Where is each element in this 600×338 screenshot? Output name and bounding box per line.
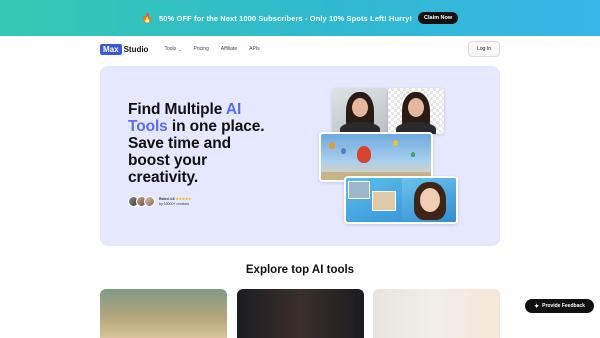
logo[interactable]: Max Studio <box>100 43 149 55</box>
hero-line1-accent: AI <box>225 101 242 118</box>
navbar: Max Studio Tools ⌄ Pricing Affiliate API… <box>100 40 500 58</box>
hero-line2-accent: Tools <box>128 118 168 135</box>
avatar <box>144 196 155 207</box>
hero-line1-prefix: Find Multiple <box>128 101 226 118</box>
nav-item-pricing[interactable]: Pricing <box>194 46 209 52</box>
rating-subtext: by 10000+ creators <box>159 201 190 206</box>
hero-heading: Find Multiple AI Tools in one place. Sav… <box>128 101 308 186</box>
explore-tools-title: Explore top AI tools <box>245 264 355 276</box>
provide-feedback-button[interactable]: ✦ Provide Feedback <box>525 299 594 313</box>
promo-banner: 🔥 50% OFF for the Next 1000 Subscribers … <box>0 0 600 36</box>
hot-air-balloons-image <box>319 132 433 182</box>
chevron-down-icon: ⌄ <box>178 46 182 52</box>
hero-line5: creativity. <box>128 169 199 186</box>
portrait-original-image <box>332 88 388 134</box>
hero-line3: Save time and <box>128 135 231 152</box>
logo-text: Studio <box>123 44 149 54</box>
provide-feedback-label: Provide Feedback <box>542 303 585 309</box>
claim-now-button[interactable]: Claim Now <box>418 12 459 24</box>
star-rating-icon: ★★★★★ <box>175 196 192 201</box>
kids-portrait-image <box>344 176 458 224</box>
hero-line2-rest: in one place. <box>167 118 265 135</box>
nav-item-affiliate[interactable]: Affiliate <box>221 46 237 52</box>
tool-card-dogs[interactable] <box>100 289 227 338</box>
sparkle-icon: ✦ <box>534 303 540 310</box>
promo-text: 50% OFF for the Next 1000 Subscribers - … <box>159 13 413 23</box>
fire-icon: 🔥 <box>141 12 154 23</box>
rating-block: Rated 4.8 ★★★★★ by 10000+ creators <box>128 196 191 207</box>
rating-label: Rated 4.8 <box>159 196 175 201</box>
hero-section: Find Multiple AI Tools in one place. Sav… <box>100 66 500 246</box>
nav-item-tools-label: Tools <box>164 46 177 52</box>
nav-item-apis[interactable]: APIs <box>249 46 260 52</box>
creator-avatars <box>128 196 155 207</box>
rating-text: Rated 4.8 ★★★★★ by 10000+ creators <box>159 197 191 207</box>
logo-mark: Max <box>100 43 122 55</box>
portrait-bg-removed-image <box>388 88 444 134</box>
hero-line4: boost your <box>128 152 208 169</box>
nav-menu: Tools ⌄ Pricing Affiliate APIs <box>164 46 259 52</box>
login-button[interactable]: Log In <box>468 41 500 57</box>
tool-card-portraits[interactable] <box>237 289 364 338</box>
tool-card-babies[interactable] <box>373 289 500 338</box>
nav-item-tools[interactable]: Tools ⌄ <box>164 46 181 52</box>
